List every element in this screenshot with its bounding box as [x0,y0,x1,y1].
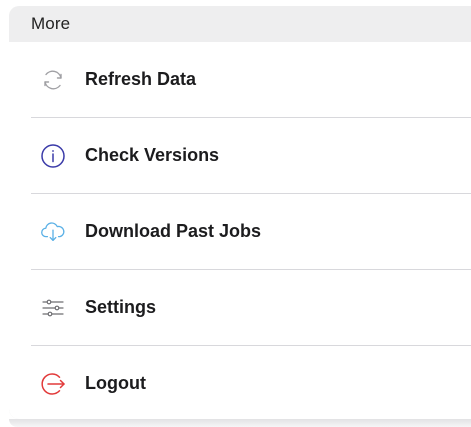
menu-item-label: Refresh Data [85,69,197,89]
menu-header: More [31,14,71,33]
menu-list: Refresh Data Check Versions Download Pas… [9,42,471,419]
menu-item-label: Logout [85,373,146,393]
screen: More Refresh Data Check Versions Downloa… [0,0,471,427]
menu-item-logout[interactable]: Logout [9,346,471,419]
more-menu-panel: More Refresh Data Check Versions Downloa… [9,6,471,419]
panel-shadow [9,419,471,427]
menu-item-refresh-data[interactable]: Refresh Data [9,42,471,117]
sliders-icon [40,295,66,321]
logout-icon [40,371,66,397]
menu-item-label: Settings [85,297,157,317]
menu-item-check-versions[interactable]: Check Versions [9,118,471,193]
cloud-download-icon [40,219,66,245]
menu-item-settings[interactable]: Settings [9,270,471,345]
menu-item-label: Check Versions [85,145,220,165]
menu-item-download-past-jobs[interactable]: Download Past Jobs [9,194,471,269]
info-icon [40,143,66,169]
refresh-icon [40,67,66,93]
menu-item-label: Download Past Jobs [85,221,262,241]
